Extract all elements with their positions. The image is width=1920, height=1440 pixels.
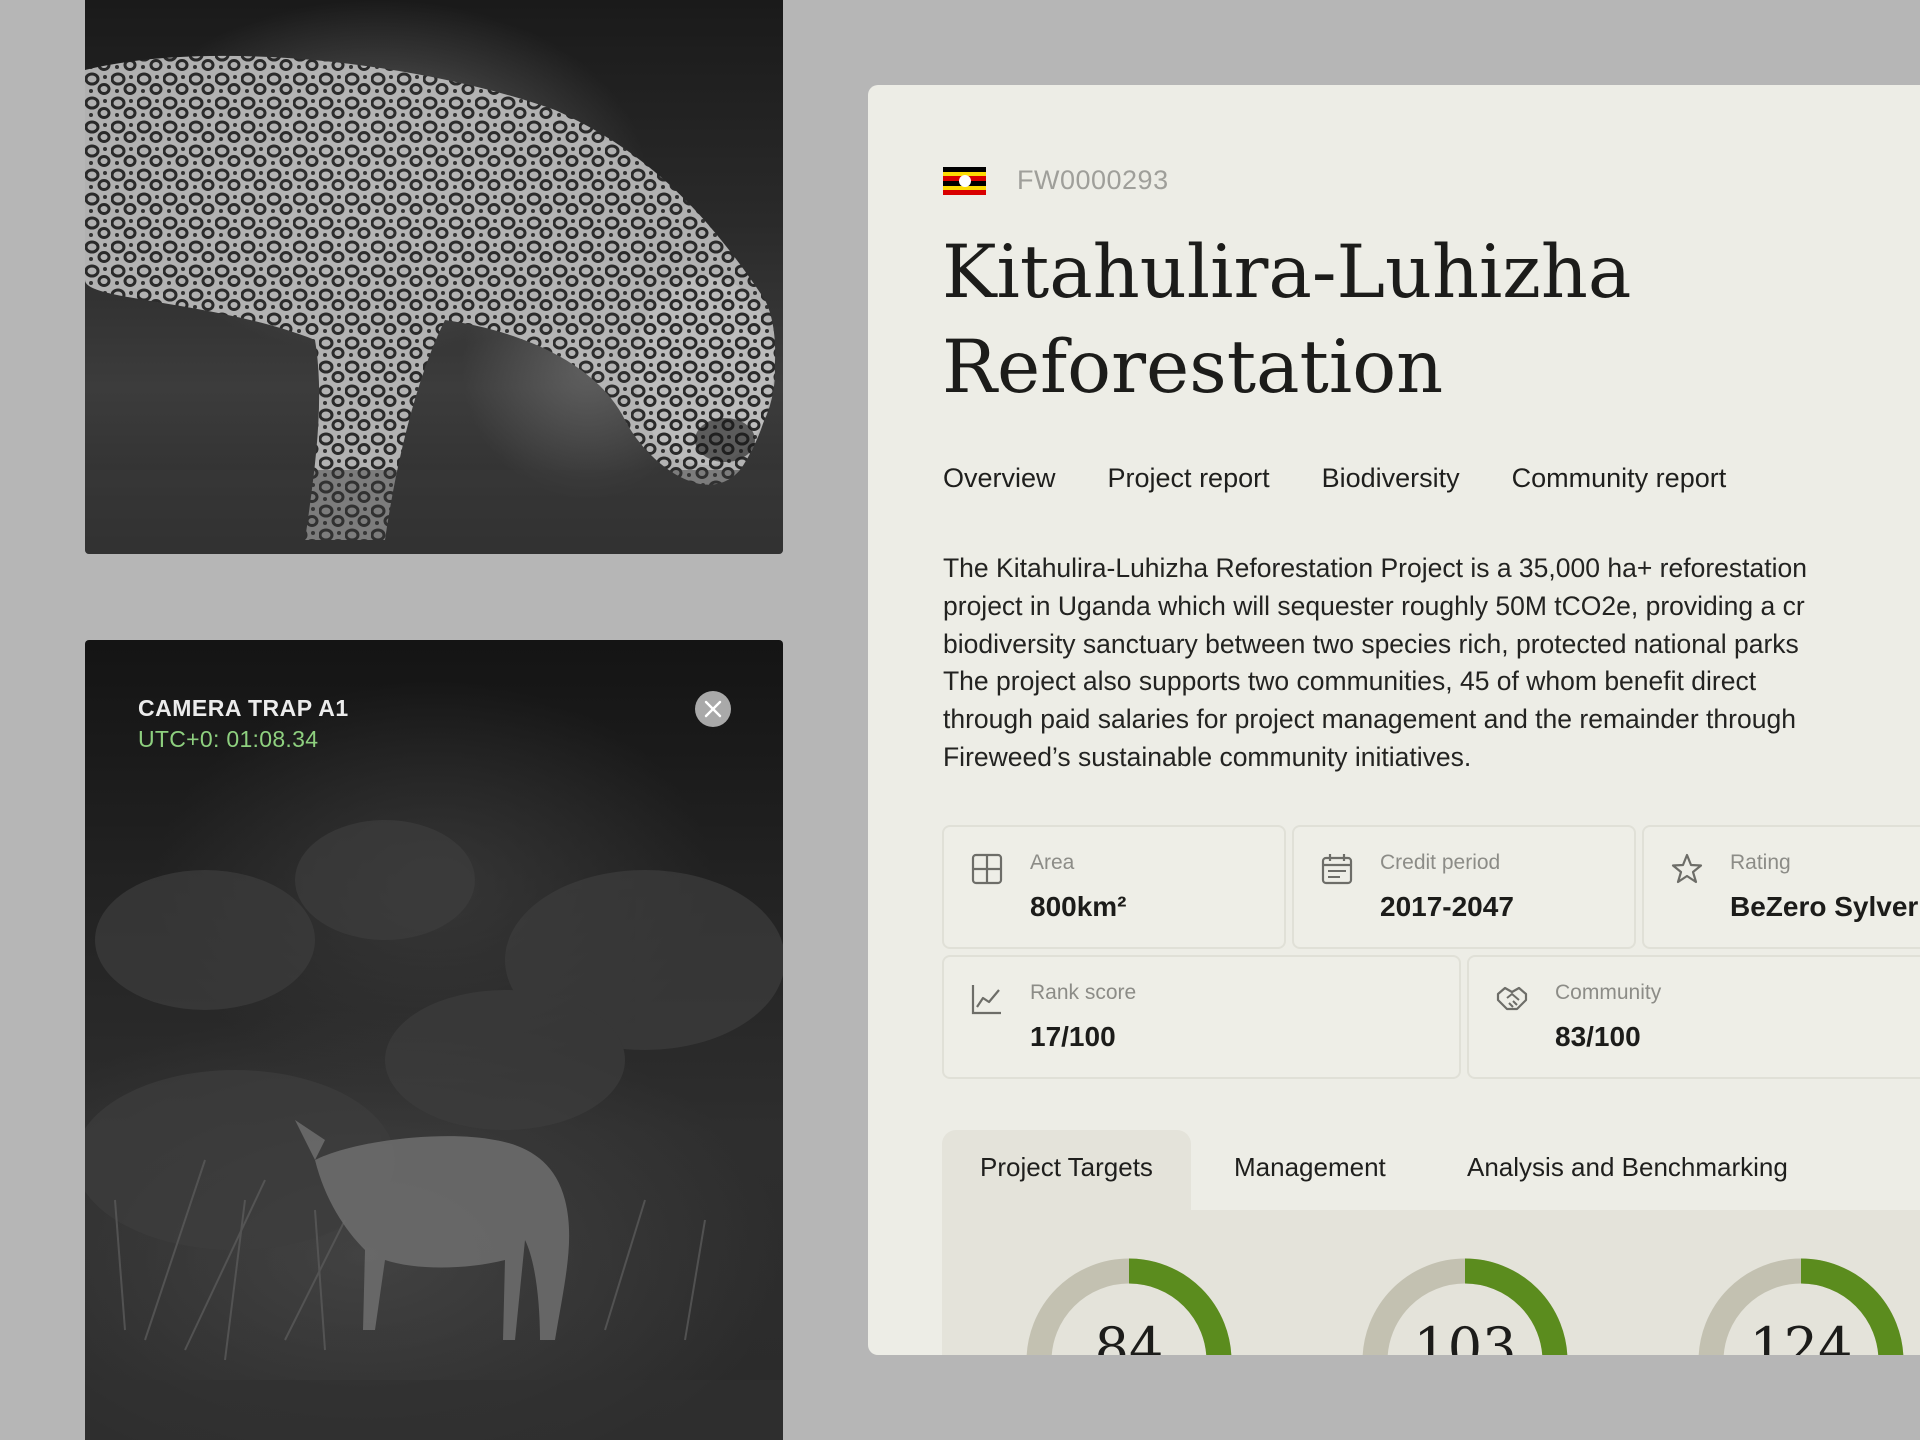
close-icon: [704, 700, 722, 718]
gauge-value: 84: [1094, 1316, 1164, 1355]
stat-credit-period: Credit period 2017-2047: [1292, 825, 1636, 949]
stat-area-value: 800km²: [1030, 891, 1127, 922]
project-id: FW0000293: [1017, 165, 1169, 195]
nav-community-report[interactable]: Community report: [1512, 463, 1727, 494]
description-line: project in Uganda which will sequester r…: [943, 590, 1805, 621]
stat-area: Area 800km²: [942, 825, 1286, 949]
description-line: through paid salaries for project manage…: [943, 704, 1796, 735]
targets-panel: 84 103 124: [942, 1210, 1920, 1355]
tab-management[interactable]: Management: [1234, 1130, 1386, 1210]
project-card: FW0000293 Kitahulira-Luhizha Reforestati…: [868, 85, 1920, 1355]
stat-community-label: Community: [1555, 981, 1662, 1004]
nav-project-report[interactable]: Project report: [1108, 463, 1270, 494]
leopard-silhouette: [85, 55, 783, 554]
project-title-line-1: Kitahulira-Luhizha: [942, 230, 1632, 315]
target-gauge: 124: [1698, 1258, 1904, 1355]
leopard-photo: [85, 0, 783, 554]
close-button[interactable]: [695, 691, 731, 727]
stat-rank-score-value: 17/100: [1030, 1021, 1116, 1052]
stat-credit-period-label: Credit period: [1380, 851, 1501, 874]
gauge-value: 103: [1413, 1316, 1517, 1355]
stat-rank-score-label: Rank score: [1030, 981, 1137, 1004]
grid-icon: [971, 853, 1003, 885]
night-vegetation: [85, 820, 783, 1440]
camera-trap-photo: CAMERA TRAP A1 UTC+0: 01:08.34: [85, 640, 783, 1440]
camera-trap-title: CAMERA TRAP A1: [138, 695, 349, 721]
description-line: The project also supports two communitie…: [943, 666, 1757, 697]
stat-rating-value: BeZero Sylver: [1730, 891, 1919, 922]
stat-rating: Rating BeZero Sylver: [1642, 825, 1920, 949]
line-chart-icon: [971, 985, 1001, 1015]
project-nav: Overview Project report Biodiversity Com…: [943, 463, 1726, 494]
target-gauge: 103: [1362, 1258, 1568, 1355]
gauge-value: 124: [1749, 1316, 1853, 1355]
project-title-line-2: Reforestation: [942, 325, 1444, 410]
stat-community: Community 83/100: [1467, 955, 1920, 1079]
targets-tabs: Project Targets Management Analysis and …: [942, 1130, 1920, 1210]
camera-trap-timestamp: UTC+0: 01:08.34: [138, 726, 319, 752]
nav-biodiversity[interactable]: Biodiversity: [1322, 463, 1460, 494]
star-icon: [1671, 853, 1703, 884]
nav-overview[interactable]: Overview: [943, 463, 1056, 494]
description-line: biodiversity sanctuary between two speci…: [943, 628, 1799, 659]
uganda-flag-icon: [943, 167, 986, 195]
project-description: The Kitahulira-Luhizha Reforestation Pro…: [943, 550, 1920, 777]
calendar-icon: [1321, 854, 1353, 885]
tab-analysis-benchmarking[interactable]: Analysis and Benchmarking: [1467, 1130, 1788, 1210]
description-line: Fireweed’s sustainable community initiat…: [943, 741, 1472, 772]
stat-credit-period-value: 2017-2047: [1380, 891, 1514, 922]
handshake-icon: [1496, 986, 1528, 1011]
project-title: Kitahulira-Luhizha Reforestation: [942, 225, 1842, 415]
tab-project-targets[interactable]: Project Targets: [942, 1130, 1191, 1210]
description-line: The Kitahulira-Luhizha Reforestation Pro…: [943, 553, 1807, 583]
stat-community-value: 83/100: [1555, 1021, 1641, 1052]
stat-rank-score: Rank score 17/100: [942, 955, 1461, 1079]
target-gauge: 84: [1026, 1258, 1232, 1355]
stat-rating-label: Rating: [1730, 851, 1791, 874]
stat-area-label: Area: [1030, 851, 1075, 874]
